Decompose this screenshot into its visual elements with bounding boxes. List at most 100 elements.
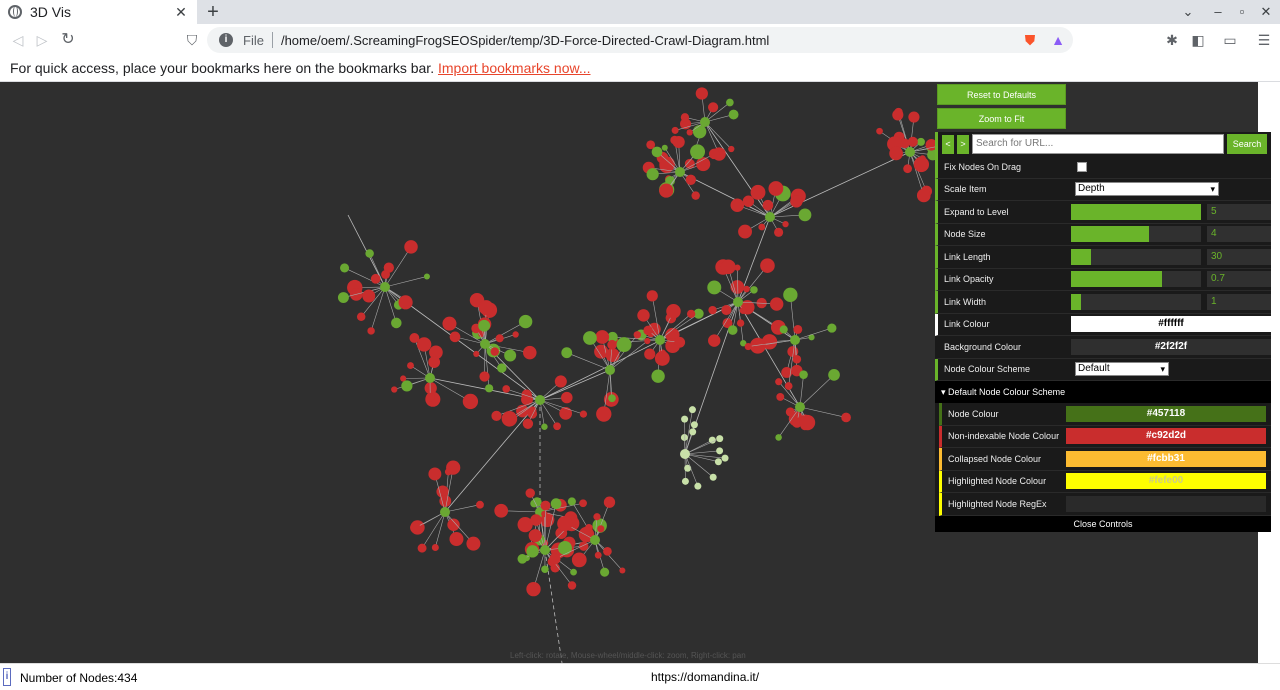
colour-scheme-section-header[interactable]: ▾ Default Node Colour Scheme <box>935 381 1271 403</box>
graph-node <box>827 323 837 333</box>
info-icon[interactable]: i <box>219 33 233 47</box>
scale-item-select[interactable]: Depth <box>1075 182 1219 197</box>
wallet-icon[interactable]: ▭ <box>1218 28 1242 52</box>
graph-link <box>684 438 720 455</box>
menu-icon[interactable]: ☰ <box>1252 28 1276 52</box>
highlighted-colour-swatch[interactable]: #fefe00 <box>1066 473 1266 490</box>
graph-node <box>743 285 750 293</box>
next-result-button[interactable]: > <box>957 134 969 154</box>
import-bookmarks-link[interactable]: Import bookmarks now... <box>438 60 591 76</box>
graph-hub-node <box>905 147 915 157</box>
graph-node <box>391 317 402 329</box>
brave-rewards-icon[interactable]: ▲ <box>1046 28 1070 52</box>
graph-node <box>684 464 692 472</box>
graph-node <box>530 514 542 526</box>
graph-node <box>593 513 601 521</box>
graph-hub-node <box>590 535 600 545</box>
link-width-input[interactable]: 1 <box>1207 293 1271 310</box>
graph-node <box>607 339 617 350</box>
close-window-icon[interactable]: ✕ <box>1254 0 1278 24</box>
expand-level-row: Expand to Level 5 <box>935 201 1271 224</box>
close-tab-icon[interactable]: ✕ <box>171 4 191 21</box>
graph-node <box>776 392 785 401</box>
graph-node <box>637 309 650 322</box>
extensions-icon[interactable]: ✱ <box>1160 28 1184 52</box>
graph-node <box>784 382 793 390</box>
link-length-slider[interactable] <box>1071 248 1201 265</box>
bookmark-icon[interactable]: ⛉ <box>180 28 204 52</box>
graph-node <box>739 307 747 315</box>
tab-search-icon[interactable]: ⌄ <box>1176 0 1200 24</box>
graph-node <box>362 289 376 303</box>
graph-node <box>716 447 724 455</box>
graph-node <box>424 382 437 395</box>
graph-node <box>721 454 729 462</box>
close-controls-button[interactable]: Close Controls <box>935 515 1271 532</box>
node-size-label: Node Size <box>944 229 986 240</box>
graph-node <box>365 249 374 258</box>
url-search-input[interactable]: Search for URL... <box>972 134 1224 154</box>
node-size-input[interactable]: 4 <box>1207 226 1271 243</box>
highlighted-regex-input[interactable] <box>1066 495 1266 512</box>
node-size-slider[interactable] <box>1071 226 1201 243</box>
node-colour-swatch[interactable]: #457118 <box>1066 405 1266 422</box>
link-opacity-input[interactable]: 0.7 <box>1207 271 1271 288</box>
graph-node <box>381 270 390 279</box>
link-colour-swatch[interactable]: #ffffff <box>1071 316 1271 333</box>
search-button[interactable]: Search <box>1227 134 1267 154</box>
graph-node <box>680 113 690 122</box>
graph-node <box>495 334 504 343</box>
link-length-input[interactable]: 30 <box>1207 248 1271 265</box>
graph-node <box>769 297 784 311</box>
graph-node <box>417 543 427 553</box>
node-count: Number of Nodes:434 <box>20 671 138 685</box>
graph-node <box>762 199 774 211</box>
graph-node <box>594 551 602 559</box>
node-colour-scheme-label: Node Colour Scheme <box>944 364 1031 375</box>
graph-node <box>540 500 551 511</box>
graph-node <box>876 127 883 135</box>
expand-level-slider[interactable] <box>1071 203 1201 220</box>
graph-hub-node <box>480 339 490 349</box>
graph-node <box>504 349 517 362</box>
graph-node <box>561 347 573 359</box>
node-colour-scheme-select[interactable]: Default <box>1075 362 1169 377</box>
graph-link <box>769 151 911 218</box>
expand-level-input[interactable]: 5 <box>1207 203 1271 220</box>
graph-node <box>783 287 798 302</box>
fix-nodes-checkbox[interactable] <box>1077 161 1087 172</box>
prev-result-button[interactable]: < <box>942 134 954 154</box>
graph-node <box>442 316 457 331</box>
address-bar[interactable]: i File /home/oem/.ScreamingFrogSEOSpider… <box>207 27 1073 53</box>
new-tab-button[interactable]: + <box>203 1 223 23</box>
url-text[interactable]: /home/oem/.ScreamingFrogSEOSpider/temp/3… <box>281 33 1073 48</box>
graph-node <box>644 337 651 345</box>
link-width-slider[interactable] <box>1071 293 1201 310</box>
brave-shield-icon[interactable]: ⛊ <box>1018 28 1042 52</box>
bookmarks-bar: For quick access, place your bookmarks h… <box>0 56 1280 82</box>
sidebar-icon[interactable]: ◧ <box>1186 28 1210 52</box>
node-colour-scheme-row: Node Colour Scheme Default <box>935 358 1271 381</box>
graph-node <box>518 314 533 329</box>
graph-node <box>410 522 421 534</box>
back-icon[interactable]: ◁ <box>6 28 30 52</box>
zoom-to-fit-button[interactable]: Zoom to Fit <box>937 108 1066 129</box>
collapsed-colour-row: Collapsed Node Colour #fcbb31 <box>939 448 1271 471</box>
graph-node <box>367 327 375 335</box>
reset-defaults-button[interactable]: Reset to Defaults <box>937 84 1066 105</box>
browser-tab[interactable]: 3D Vis ✕ <box>0 0 197 24</box>
graph-node <box>674 336 686 348</box>
graph-hub-node <box>765 212 775 222</box>
collapsed-colour-swatch[interactable]: #fcbb31 <box>1066 450 1266 467</box>
forward-icon[interactable]: ▷ <box>30 28 54 52</box>
background-colour-swatch[interactable]: #2f2f2f <box>1071 338 1271 355</box>
graph-hub-node <box>440 507 450 517</box>
site-url[interactable]: https://domandina.it/ <box>651 670 759 684</box>
graph-node <box>501 411 518 427</box>
reload-icon[interactable]: ↻ <box>56 28 80 52</box>
graph-node <box>750 286 758 294</box>
maximize-icon[interactable]: ▫ <box>1230 0 1254 24</box>
link-opacity-slider[interactable] <box>1071 271 1201 288</box>
minimize-icon[interactable]: – <box>1206 0 1230 24</box>
nonindexable-colour-swatch[interactable]: #c92d2d <box>1066 428 1266 445</box>
